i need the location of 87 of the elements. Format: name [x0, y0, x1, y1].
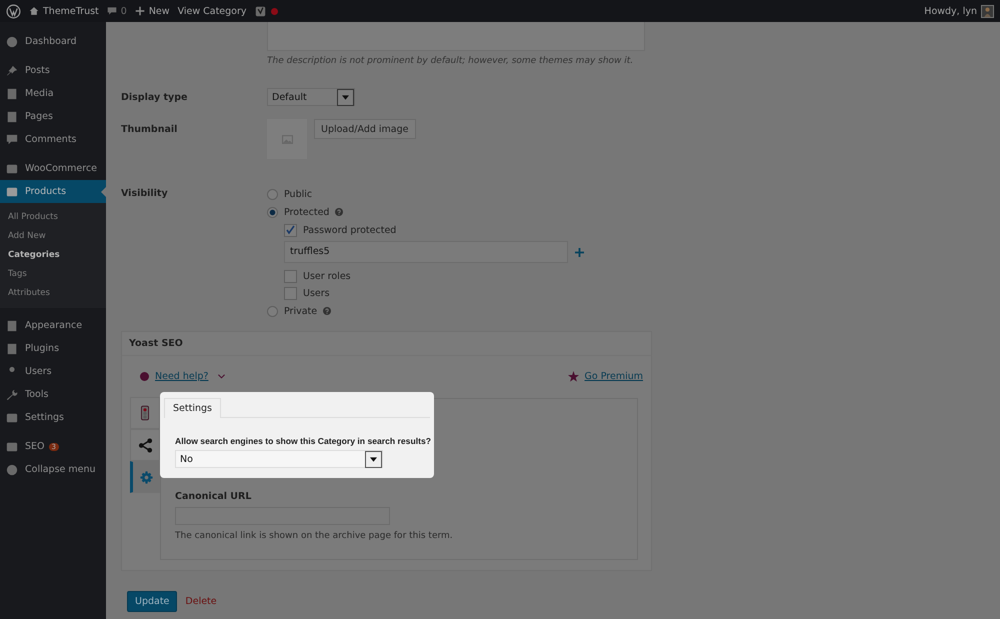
checkbox[interactable] — [284, 287, 297, 300]
sidebar-menu-item[interactable]: Tools — [0, 383, 106, 406]
submenu-item[interactable]: Attributes — [0, 283, 106, 302]
checkbox-label: Users — [303, 288, 330, 299]
avatar-icon[interactable] — [981, 4, 994, 18]
checkbox[interactable] — [284, 270, 297, 283]
chevron-down-icon[interactable] — [218, 374, 226, 379]
radio-button[interactable] — [267, 188, 278, 200]
account-link[interactable]: Howdy, lyn — [924, 6, 977, 16]
submenu-item[interactable]: Tags — [0, 264, 106, 283]
settings-tab[interactable]: Settings — [164, 398, 221, 418]
sidebar-menu-item[interactable]: Appearance — [0, 314, 106, 337]
menu-icon — [6, 186, 18, 198]
sidebar-menu-item[interactable]: Users — [0, 360, 106, 383]
view-category-link[interactable]: View Category — [178, 6, 247, 16]
submenu-item[interactable]: Categories — [0, 245, 106, 264]
sidebar-menu-item[interactable]: Settings — [0, 406, 106, 429]
comments-link[interactable]: 0 — [106, 6, 127, 16]
plus-icon — [134, 6, 145, 16]
sidebar-menu-item[interactable]: Posts — [0, 59, 106, 82]
side-tab[interactable] — [130, 429, 160, 461]
upload-image-button[interactable]: Upload/Add image — [314, 119, 416, 139]
submenu-item[interactable]: Add New — [0, 226, 106, 245]
delete-link[interactable]: Delete — [185, 596, 217, 607]
image-icon — [282, 134, 292, 144]
radio-button[interactable] — [267, 206, 278, 218]
menu-icon — [6, 88, 18, 100]
panel-title: Yoast SEO — [122, 332, 651, 356]
checkbox[interactable] — [284, 224, 297, 236]
gear-icon — [138, 470, 154, 484]
menu-icon — [6, 110, 18, 122]
field-label: Display type — [121, 92, 188, 102]
password-field[interactable]: truffles5 — [284, 241, 568, 263]
comment-icon — [106, 6, 117, 16]
search-visibility-select[interactable]: No — [175, 450, 383, 468]
menu-icon — [6, 388, 18, 400]
sidebar-menu-item[interactable]: Media — [0, 82, 106, 105]
home-icon — [29, 6, 39, 16]
sidebar-menu-item[interactable]: Collapse menu — [0, 458, 106, 481]
sidebar-menu-item[interactable]: Plugins — [0, 337, 106, 360]
checkbox-label: User roles — [303, 271, 351, 282]
submenu-item[interactable]: All Products — [0, 207, 106, 226]
menu-icon — [6, 464, 18, 476]
canonical-help-text: The canonical link is shown on the archive page for this term. — [175, 531, 454, 541]
description-field[interactable] — [267, 22, 645, 51]
new-link[interactable]: New — [134, 6, 170, 16]
help-icon — [140, 372, 149, 381]
side-tab[interactable] — [130, 397, 160, 429]
update-button[interactable]: Update — [127, 591, 178, 612]
menu-icon — [6, 440, 18, 452]
traffic-light-icon — [141, 405, 149, 421]
side-tab[interactable] — [130, 461, 160, 493]
checkbox-label: Password protected — [303, 224, 396, 236]
caret-icon — [370, 456, 377, 462]
star-icon — [568, 371, 579, 382]
sidebar-menu-item[interactable]: Dashboard — [0, 30, 106, 53]
field-label: Visibility — [121, 188, 169, 201]
radio-button[interactable] — [267, 306, 278, 316]
display-type-select[interactable]: Default — [267, 88, 355, 106]
wordpress-logo-icon[interactable] — [6, 4, 21, 18]
menu-icon — [6, 342, 18, 354]
field-label: Canonical URL — [175, 491, 252, 502]
field-label: Allow search engines to show this Category in search results? — [175, 436, 431, 446]
help-icon[interactable] — [323, 307, 332, 315]
menu-icon — [6, 36, 18, 48]
sidebar-menu-item[interactable]: Products — [0, 180, 106, 203]
menu-icon — [6, 64, 18, 76]
sidebar-menu-item[interactable]: WooCommerce — [0, 157, 106, 180]
site-name-link[interactable]: ThemeTrust — [29, 6, 99, 16]
field-label: Thumbnail — [121, 124, 178, 135]
help-icon[interactable] — [335, 208, 344, 216]
caret-icon — [342, 94, 349, 100]
need-help-link[interactable]: Need help? — [155, 371, 208, 382]
menu-icon — [6, 134, 18, 146]
description-help-text: The description is not prominent by default; however, some themes may show it. — [267, 56, 634, 66]
go-premium-link[interactable]: Go Premium — [584, 371, 643, 382]
sidebar-menu-item[interactable]: Comments — [0, 128, 106, 151]
menu-icon — [6, 162, 18, 174]
menu-icon — [6, 320, 18, 332]
share-icon — [138, 438, 152, 452]
sidebar-menu-item[interactable]: Pages — [0, 105, 106, 128]
add-icon[interactable] — [575, 248, 584, 256]
yoast-icon[interactable] — [254, 6, 266, 16]
radio-label: Public — [284, 188, 312, 200]
menu-icon — [6, 412, 18, 424]
radio-label: Protected — [284, 206, 330, 218]
radio-label: Private — [284, 306, 318, 316]
